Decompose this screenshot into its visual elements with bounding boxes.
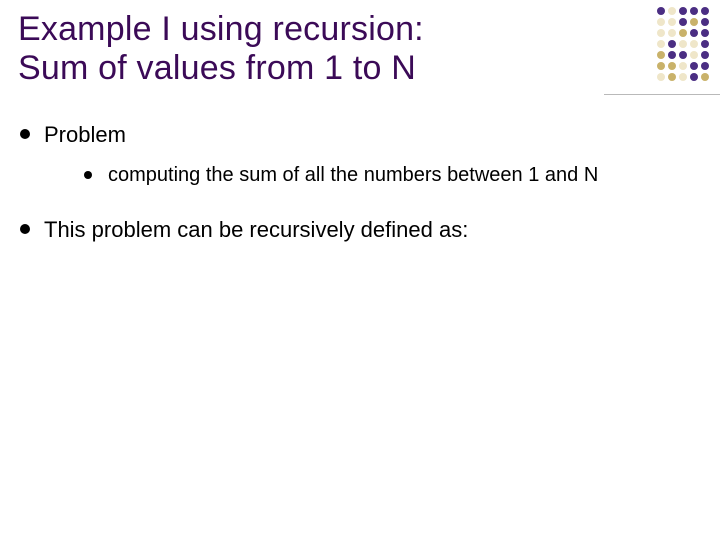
sub-bullet-list: computing the sum of all the numbers bet… — [82, 164, 598, 187]
decor-dot — [668, 18, 676, 26]
title-underline — [604, 94, 720, 95]
decor-dot — [679, 40, 687, 48]
slide: Example I using recursion: Sum of values… — [0, 0, 720, 540]
decor-dot — [690, 18, 698, 26]
decor-dot — [690, 62, 698, 70]
decor-dot — [679, 18, 687, 26]
decor-dot — [679, 29, 687, 37]
decor-dot — [668, 7, 676, 15]
bullet-icon — [20, 129, 30, 139]
decor-dot — [690, 7, 698, 15]
decor-dot — [690, 73, 698, 81]
list-item: This problem can be recursively defined … — [18, 217, 702, 243]
decor-dot — [701, 29, 709, 37]
dot-grid-table — [654, 4, 712, 84]
decor-dot — [657, 51, 665, 59]
list-item: Problem computing the sum of all the num… — [18, 122, 702, 199]
title-line-1: Example I using recursion: — [18, 10, 424, 48]
decor-dot — [701, 73, 709, 81]
decor-dot — [701, 18, 709, 26]
decor-dot — [679, 7, 687, 15]
decor-dot — [679, 73, 687, 81]
title-line-2: Sum of values from 1 to N — [18, 49, 416, 87]
bullet-list: Problem computing the sum of all the num… — [18, 122, 702, 243]
decor-dot — [668, 73, 676, 81]
slide-title: Example I using recursion: Sum of values… — [18, 10, 702, 88]
decorative-dot-grid — [654, 4, 712, 84]
decor-dot — [668, 51, 676, 59]
decor-dot — [690, 29, 698, 37]
decor-dot — [657, 40, 665, 48]
decor-dot — [657, 29, 665, 37]
decor-dot — [690, 40, 698, 48]
decor-dot — [657, 73, 665, 81]
decor-dot — [690, 51, 698, 59]
content-area: Problem computing the sum of all the num… — [18, 122, 702, 243]
decor-dot — [668, 29, 676, 37]
decor-dot — [668, 62, 676, 70]
bullet-icon — [84, 171, 92, 179]
list-item: computing the sum of all the numbers bet… — [82, 164, 598, 187]
bullet-text: computing the sum of all the numbers bet… — [108, 164, 598, 187]
bullet-text: Problem — [44, 122, 126, 147]
decor-dot — [657, 18, 665, 26]
decor-dot — [668, 40, 676, 48]
decor-dot — [701, 51, 709, 59]
list-item-body: Problem computing the sum of all the num… — [44, 122, 598, 199]
decor-dot — [679, 62, 687, 70]
decor-dot — [657, 62, 665, 70]
bullet-icon — [20, 224, 30, 234]
decor-dot — [701, 62, 709, 70]
decor-dot — [701, 40, 709, 48]
decor-dot — [701, 7, 709, 15]
decor-dot — [657, 7, 665, 15]
bullet-text: This problem can be recursively defined … — [44, 217, 468, 243]
decor-dot — [679, 51, 687, 59]
